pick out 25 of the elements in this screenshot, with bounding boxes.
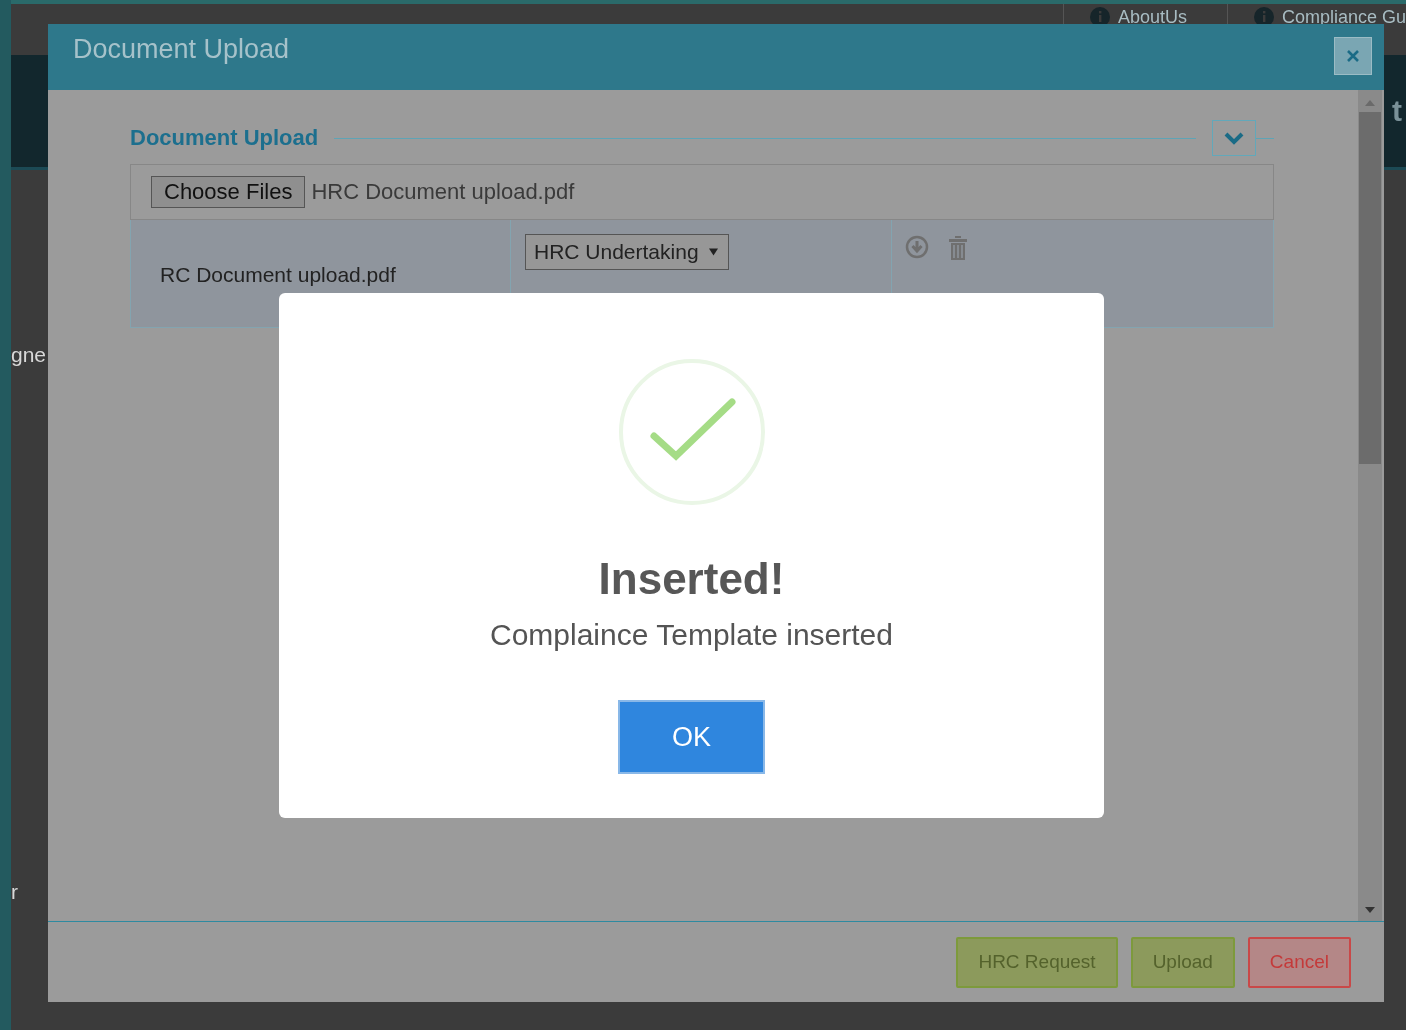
scroll-down-icon[interactable] bbox=[1365, 907, 1375, 913]
nav-link[interactable]: Compliance Gu bbox=[1281, 7, 1406, 27]
collapse-button[interactable] bbox=[1212, 120, 1256, 156]
section-title: Document Upload bbox=[130, 125, 319, 151]
chevron-down-icon bbox=[1223, 131, 1245, 145]
download-icon[interactable] bbox=[905, 235, 929, 259]
alert-title: Inserted! bbox=[598, 554, 785, 604]
ok-button[interactable]: OK bbox=[618, 700, 765, 774]
table-cell: RC Document upload.pdf bbox=[160, 262, 396, 287]
caret-icon bbox=[708, 248, 718, 256]
document-type-dropdown[interactable]: HRC Undertaking bbox=[525, 234, 729, 270]
file-name: HRC Document upload.pdf bbox=[311, 179, 575, 205]
choose-files-button[interactable]: Choose Files bbox=[151, 176, 306, 208]
alert-message: Complaince Template inserted bbox=[490, 618, 893, 652]
background-text: r bbox=[11, 880, 18, 904]
scrollbar[interactable] bbox=[1358, 90, 1382, 921]
close-icon bbox=[1346, 49, 1360, 63]
nav-link[interactable]: AboutUs bbox=[1117, 7, 1187, 27]
trash-icon[interactable] bbox=[947, 235, 969, 261]
dialog-title: Document Upload bbox=[73, 34, 290, 65]
background-text: gne bbox=[11, 343, 47, 367]
scroll-up-icon[interactable] bbox=[1365, 100, 1375, 106]
header-text: t bbox=[1392, 94, 1402, 128]
close-button[interactable] bbox=[1334, 37, 1372, 75]
success-check-icon bbox=[617, 358, 766, 506]
